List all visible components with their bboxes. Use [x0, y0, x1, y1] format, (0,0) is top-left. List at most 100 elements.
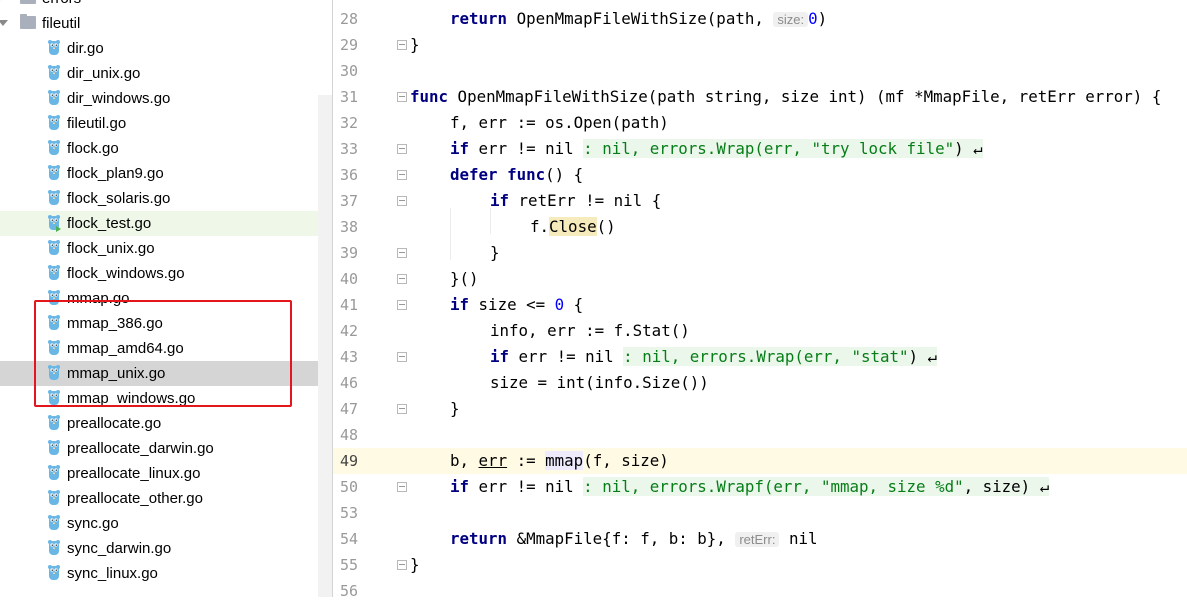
code-line-29: }	[410, 35, 420, 54]
code-line-39: }	[490, 243, 500, 262]
tree-file-row[interactable]: sync_linux.go	[0, 561, 332, 586]
go-file-icon	[48, 265, 60, 280]
tree-item-label: preallocate_other.go	[67, 490, 203, 507]
line-number: 31	[340, 88, 359, 106]
tree-folder-row[interactable]: errors	[0, 0, 332, 11]
line-number: 28	[340, 10, 359, 28]
folded-region[interactable]: : nil, errors.Wrap(err, "stat") ↵	[623, 347, 938, 366]
tree-file-row[interactable]: sync.go	[0, 511, 332, 536]
code-line-28: return OpenMmapFileWithSize(path, size: 0…	[450, 9, 828, 28]
tree-item-label: preallocate_darwin.go	[67, 440, 214, 457]
go-file-icon	[48, 415, 60, 430]
folder-icon	[20, 0, 36, 4]
line-number: 55	[340, 556, 359, 574]
line-number: 37	[340, 192, 359, 210]
line-number: 33	[340, 140, 359, 158]
param-hint-size: size:	[773, 12, 809, 27]
tree-item-label: flock_windows.go	[67, 265, 185, 282]
param-hint-reterr: retErr:	[735, 532, 780, 547]
code-line-33: if err != nil : nil, errors.Wrap(err, "t…	[450, 139, 983, 158]
tree-file-row[interactable]: flock_plan9.go	[0, 161, 332, 186]
line-number: 43	[340, 348, 359, 366]
tree-item-label: dir_unix.go	[67, 65, 141, 82]
go-file-icon	[48, 190, 60, 205]
line-number: 30	[340, 62, 359, 80]
code-line-50: if err != nil : nil, errors.Wrapf(err, "…	[450, 477, 1050, 496]
code-line-43: if err != nil : nil, errors.Wrap(err, "s…	[490, 347, 938, 366]
line-number: 32	[340, 114, 359, 132]
go-file-icon	[48, 440, 60, 455]
tree-file-row[interactable]: flock_test.go	[0, 211, 332, 236]
tree-file-row[interactable]: dir.go	[0, 36, 332, 61]
tree-file-row[interactable]: dir_unix.go	[0, 61, 332, 86]
code-line-47: }	[450, 399, 460, 418]
code-line-49: b, err := mmap(f, size)	[450, 451, 669, 470]
tree-file-row[interactable]: flock.go	[0, 136, 332, 161]
tree-item-label: dir.go	[67, 40, 104, 57]
line-number: 56	[340, 582, 359, 600]
annotation-highlight-box	[34, 300, 292, 407]
tree-file-row[interactable]: sync_darwin.go	[0, 536, 332, 561]
tree-file-row[interactable]: dir_windows.go	[0, 86, 332, 111]
code-line-37: if retErr != nil {	[490, 191, 662, 210]
line-number: 54	[340, 530, 359, 548]
tree-file-row[interactable]: preallocate_linux.go	[0, 461, 332, 486]
tree-item-label: fileutil.go	[67, 115, 127, 132]
go-file-icon	[48, 115, 60, 130]
tree-item-label: flock_plan9.go	[67, 165, 164, 182]
line-number: 48	[340, 426, 359, 444]
line-number: 39	[340, 244, 359, 262]
tree-file-row[interactable]: flock_solaris.go	[0, 186, 332, 211]
tree-file-row[interactable]: preallocate_other.go	[0, 486, 332, 511]
tree-item-label: errors	[42, 0, 81, 8]
folded-region[interactable]: : nil, errors.Wrap(err, "try lock file")…	[583, 139, 983, 158]
go-file-icon	[48, 240, 60, 255]
folder-icon	[20, 14, 36, 29]
code-editor[interactable]: return OpenMmapFileWithSize(path, size: 0…	[403, 0, 1187, 597]
line-number: 53	[340, 504, 359, 522]
tree-item-label: fileutil	[42, 15, 81, 32]
tree-item-label: flock_unix.go	[67, 240, 155, 257]
line-number: 46	[340, 374, 359, 392]
tree-file-row[interactable]: preallocate_darwin.go	[0, 436, 332, 461]
code-line-55: }	[410, 555, 420, 574]
chevron-down-icon[interactable]	[0, 20, 8, 26]
tree-item-label: flock.go	[67, 140, 119, 157]
code-line-31: func OpenMmapFileWithSize(path string, s…	[410, 87, 1162, 106]
go-file-icon	[48, 140, 60, 155]
go-file-icon	[48, 540, 60, 555]
code-line-46: size = int(info.Size())	[490, 373, 709, 392]
tree-file-row[interactable]: flock_unix.go	[0, 236, 332, 261]
line-number: 41	[340, 296, 359, 314]
go-file-icon	[48, 90, 60, 105]
line-number: 38	[340, 218, 359, 236]
tree-file-row[interactable]: preallocate.go	[0, 411, 332, 436]
code-line-54: return &MmapFile{f: f, b: b}, retErr: ni…	[450, 529, 818, 548]
go-file-icon	[48, 490, 60, 505]
go-file-icon	[48, 465, 60, 480]
code-line-38: f.Close()	[530, 217, 616, 236]
tree-item-label: flock_test.go	[67, 215, 152, 232]
tree-item-label: sync_darwin.go	[67, 540, 172, 557]
go-file-icon	[48, 165, 60, 180]
go-file-icon	[48, 565, 60, 580]
tree-item-label: sync_linux.go	[67, 565, 158, 582]
code-line-32: f, err := os.Open(path)	[450, 113, 669, 132]
line-number: 29	[340, 36, 359, 54]
tree-item-label: sync.go	[67, 515, 119, 532]
chevron-right-icon[interactable]	[0, 0, 4, 2]
project-tree: errors fileutil dir.go dir_unix.go dir_windo…	[0, 0, 332, 597]
line-number: 42	[340, 322, 359, 340]
line-number: 49	[340, 452, 359, 470]
go-test-file-icon	[48, 215, 61, 232]
tree-item-label: preallocate.go	[67, 415, 162, 432]
tree-file-row[interactable]: fileutil.go	[0, 111, 332, 136]
tree-file-row[interactable]: flock_windows.go	[0, 261, 332, 286]
tree-scrollbar[interactable]	[318, 95, 332, 597]
line-number: 47	[340, 400, 359, 418]
tree-folder-row[interactable]: fileutil	[0, 11, 332, 36]
code-line-41: if size <= 0 {	[450, 295, 584, 314]
line-number: 36	[340, 166, 359, 184]
tree-item-label: dir_windows.go	[67, 90, 171, 107]
folded-region[interactable]: : nil, errors.Wrapf(err, "mmap, size %d"…	[583, 477, 1050, 496]
